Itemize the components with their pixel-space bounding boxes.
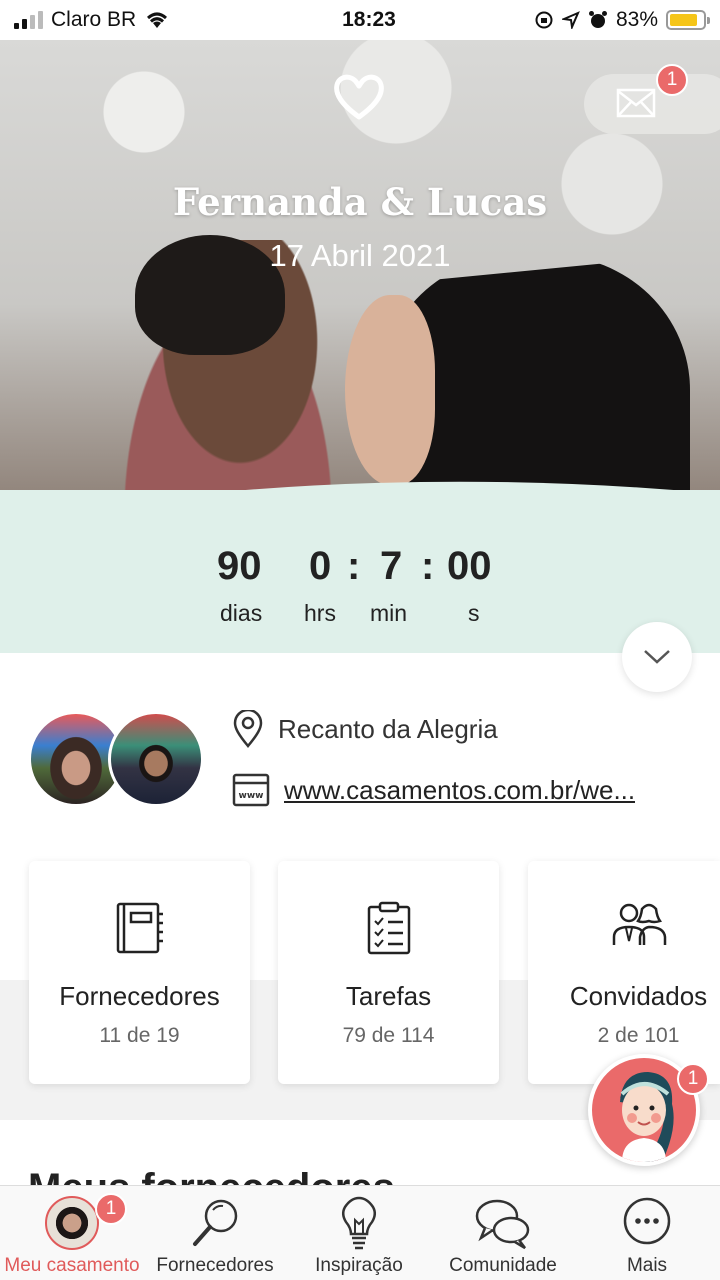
mail-icon xyxy=(616,88,656,118)
countdown-days-label: dias xyxy=(220,600,263,626)
avatar-groom[interactable] xyxy=(108,711,204,807)
chat-bubbles-icon xyxy=(475,1199,530,1250)
signal-icon xyxy=(14,11,43,29)
tab-label: Fornecedores xyxy=(156,1255,274,1276)
card-title: Tarefas xyxy=(345,981,432,1011)
tab-label: Inspiração xyxy=(315,1255,403,1276)
alarm-icon xyxy=(588,11,607,28)
card-progress: 2 de 101 xyxy=(597,1024,680,1047)
location-arrow-icon xyxy=(561,11,580,29)
wave-divider xyxy=(0,481,720,520)
clipboard-checklist-icon xyxy=(367,901,410,955)
status-time: 18:23 xyxy=(342,8,396,31)
countdown-separator: : xyxy=(347,544,361,588)
user-avatar xyxy=(45,1196,99,1250)
tab-more[interactable]: Mais xyxy=(574,1186,720,1280)
website-row: www www.casamentos.com.br/we... xyxy=(232,773,635,807)
countdown-seconds: 00 xyxy=(447,544,492,588)
wifi-icon xyxy=(147,12,168,28)
venue-name: Recanto da Alegria xyxy=(278,713,498,744)
tab-vendors[interactable]: Fornecedores xyxy=(144,1186,286,1280)
couple-names: Fernanda & Lucas xyxy=(172,180,548,224)
card-title: Convidados xyxy=(569,981,708,1011)
chevron-down-icon xyxy=(644,650,670,664)
web-icon: www xyxy=(232,773,270,807)
heart-logo-icon xyxy=(334,74,384,120)
guests-icon xyxy=(612,903,666,945)
battery-icon xyxy=(666,10,710,30)
website-link[interactable]: www.casamentos.com.br/we... xyxy=(284,775,635,806)
photo-face-right xyxy=(345,295,435,485)
card-title: Fornecedores xyxy=(59,981,220,1011)
search-icon xyxy=(193,1199,238,1246)
venue-row: Recanto da Alegria xyxy=(232,710,498,748)
svg-text:www: www xyxy=(239,791,264,801)
tab-bar: Meu casamento 1 Fornecedores Inspiração … xyxy=(0,1185,720,1280)
card-progress: 79 de 114 xyxy=(342,1024,435,1047)
status-bar: Claro BR 18:23 83% xyxy=(0,0,720,40)
tab-community[interactable]: Comunidade xyxy=(432,1186,574,1280)
card-guests[interactable]: Convidados 2 de 101 xyxy=(528,861,720,1084)
tab-badge: 1 xyxy=(95,1193,127,1225)
card-vendors[interactable]: Fornecedores 11 de 19 xyxy=(29,861,250,1084)
lightbulb-icon xyxy=(342,1196,376,1250)
expand-button[interactable] xyxy=(622,622,692,692)
countdown-minutes: 7 xyxy=(380,544,403,588)
tab-label: Comunidade xyxy=(449,1255,557,1276)
tab-inspiration[interactable]: Inspiração xyxy=(286,1186,432,1280)
countdown-days: 90 xyxy=(217,544,262,588)
card-tasks[interactable]: Tarefas 79 de 114 xyxy=(278,861,499,1084)
countdown-separator: : xyxy=(421,544,435,588)
countdown-seconds-label: s xyxy=(468,600,480,626)
notebook-icon xyxy=(116,902,163,954)
countdown-hours-label: hrs xyxy=(304,600,336,626)
mail-badge: 1 xyxy=(656,64,688,96)
carrier-name: Claro BR xyxy=(51,8,137,31)
more-icon xyxy=(623,1197,671,1245)
tab-label: Meu casamento xyxy=(4,1255,140,1276)
countdown-hours: 0 xyxy=(309,544,332,588)
countdown-minutes-label: min xyxy=(370,600,408,626)
tab-label: Mais xyxy=(626,1255,668,1276)
wedding-date: 17 Abril 2021 xyxy=(269,238,451,273)
card-progress: 11 de 19 xyxy=(99,1024,180,1047)
rotation-lock-icon xyxy=(535,11,553,29)
assistant-badge: 1 xyxy=(677,1063,709,1095)
location-pin-icon xyxy=(233,710,263,748)
battery-percent: 83% xyxy=(615,8,658,31)
